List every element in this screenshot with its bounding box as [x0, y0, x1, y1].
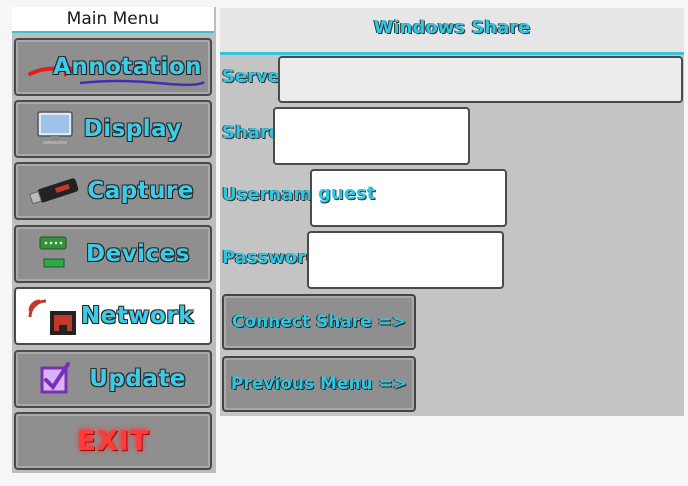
username-label: Username: [222, 184, 325, 205]
menu-item-display[interactable]: Display: [14, 100, 212, 158]
menu-item-label: Update: [89, 366, 186, 392]
monitor-icon: [26, 110, 86, 148]
exit-label: EXIT: [76, 424, 150, 457]
share-input[interactable]: [273, 107, 470, 165]
exit-button[interactable]: EXIT: [14, 412, 212, 470]
menu-item-label: Display: [83, 116, 182, 142]
menu-item-update[interactable]: Update: [14, 350, 212, 408]
menu-item-label: Capture: [87, 178, 194, 204]
connect-share-button[interactable]: Connect Share =>: [222, 294, 416, 350]
previous-menu-button[interactable]: Previous Menu =>: [222, 356, 416, 412]
windows-share-panel: Windows Share Server Share Username gues…: [220, 8, 684, 416]
menu-item-label: Devices: [86, 241, 190, 267]
menu-item-annotation[interactable]: Annotation: [14, 38, 212, 96]
checkbox-icon: [26, 360, 86, 398]
menu-item-devices[interactable]: Devices: [14, 225, 212, 283]
password-label: Password: [222, 247, 320, 268]
main-menu-title: Main Menu: [12, 7, 214, 33]
server-input[interactable]: [278, 56, 683, 103]
usb-stick-icon: [26, 172, 86, 210]
underline-scribble-icon: [79, 79, 205, 86]
panel-title: Windows Share: [220, 8, 684, 55]
serial-port-icon: [26, 235, 86, 273]
menu-item-network[interactable]: Network: [14, 287, 212, 345]
ethernet-port-icon: [26, 297, 86, 335]
menu-item-capture[interactable]: Capture: [14, 162, 212, 220]
main-menu-sidebar: Main Menu Annotation Display Capture Dev…: [12, 7, 216, 473]
password-input[interactable]: [307, 231, 504, 289]
username-input[interactable]: guest: [310, 169, 507, 227]
menu-item-label: Network: [80, 303, 194, 329]
